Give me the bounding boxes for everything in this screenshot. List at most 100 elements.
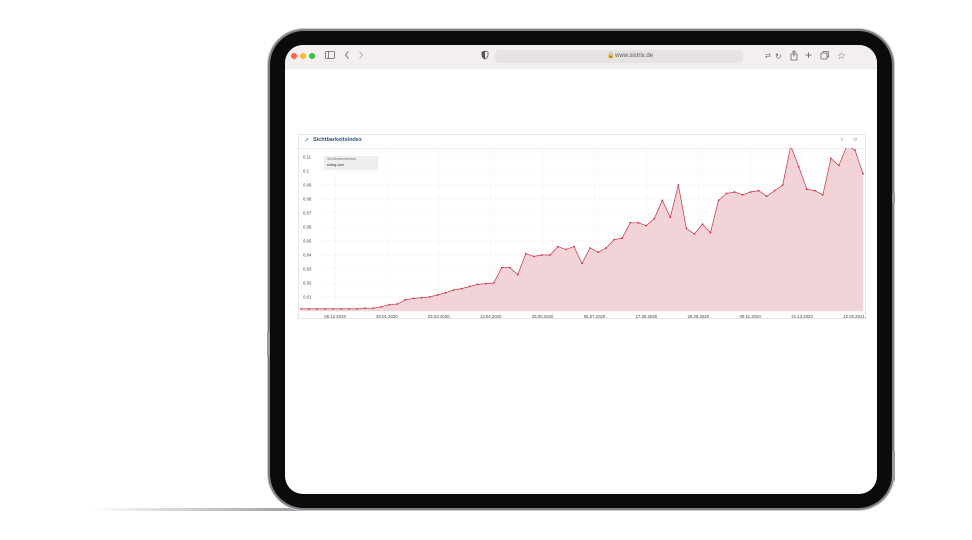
data-point	[749, 191, 752, 193]
data-point	[725, 192, 728, 195]
x-tick-label: 21.12.2020	[791, 314, 813, 318]
data-point	[613, 238, 616, 241]
data-point	[605, 247, 607, 249]
x-tick-label: 12.02.2021	[843, 314, 865, 318]
translate-icon[interactable]: ⇄	[765, 50, 771, 64]
forward-icon[interactable]	[357, 50, 365, 65]
series-area	[301, 148, 863, 311]
url-text: www.sistrix.de	[615, 53, 654, 59]
device-shadow	[88, 508, 438, 511]
y-tick-label: 0.01	[303, 295, 312, 300]
data-point	[468, 285, 471, 288]
x-tick-label: 09.12.2019	[324, 314, 346, 318]
sidebar-icon[interactable]	[325, 50, 335, 65]
data-point	[661, 199, 664, 202]
data-point	[797, 165, 800, 168]
data-point	[348, 308, 351, 310]
y-tick-label: 0.11	[303, 155, 312, 160]
data-point	[677, 184, 680, 186]
data-point	[516, 273, 519, 276]
data-point	[685, 227, 688, 230]
tablet-frame: 🔒 www.sistrix.de ⇄ ↻ + ☆ ↗ Sichtbarkeits…	[267, 31, 895, 508]
data-point	[428, 296, 431, 298]
bookmark-icon[interactable]: ☆	[837, 50, 846, 64]
address-bar[interactable]: 🔒 www.sistrix.de	[495, 50, 743, 63]
y-tick-label: 0.04	[303, 253, 312, 258]
data-point	[717, 199, 720, 202]
minimize-window-button[interactable]	[300, 53, 306, 59]
info-icon[interactable]: ℹ	[841, 137, 843, 143]
legend-label: Sichtbarkeitsindex	[327, 157, 357, 161]
data-point	[364, 307, 367, 310]
data-point	[380, 305, 383, 308]
shield-icon[interactable]	[481, 50, 489, 65]
y-tick-label: 0.03	[303, 267, 312, 272]
chart-icon: ↗	[304, 138, 310, 144]
x-tick-label: 02.03.2020	[428, 314, 450, 318]
data-point	[669, 216, 672, 219]
browser-window: 🔒 www.sistrix.de ⇄ ↻ + ☆ ↗ Sichtbarkeits…	[285, 45, 877, 494]
data-point	[773, 189, 776, 192]
data-point	[838, 164, 840, 167]
data-point	[757, 189, 760, 192]
zoom-window-button[interactable]	[309, 53, 315, 59]
data-point	[332, 308, 335, 310]
data-point	[476, 283, 479, 286]
data-point	[548, 254, 551, 256]
data-point	[565, 248, 567, 251]
back-icon[interactable]	[343, 50, 351, 65]
data-point	[484, 282, 487, 285]
data-point	[709, 231, 712, 234]
data-point	[420, 296, 423, 299]
data-point	[300, 308, 302, 310]
close-window-button[interactable]	[291, 53, 297, 59]
x-tick-label: 06.07.2020	[584, 314, 606, 318]
data-point	[781, 184, 784, 186]
data-point	[508, 266, 511, 269]
chart-legend: Sichtbarkeitsindex sideg.com	[324, 156, 378, 170]
x-tick-label: 28.09.2020	[688, 314, 710, 318]
y-tick-label: 0.1	[303, 169, 310, 174]
data-point	[388, 303, 391, 306]
reload-icon[interactable]: ↻	[775, 50, 782, 64]
side-button	[892, 193, 895, 203]
data-point	[436, 294, 439, 296]
data-point	[581, 262, 583, 265]
visibility-index-widget: ↗ Sichtbarkeitsindex ℹ ⚙ 0.01 0.02 0.03 0.0…	[298, 134, 866, 319]
data-point	[637, 221, 640, 224]
data-point	[452, 289, 455, 291]
data-point	[813, 189, 816, 192]
data-point	[532, 255, 535, 258]
x-tick-label: 20.01.2020	[376, 314, 398, 318]
widget-header: ↗ Sichtbarkeitsindex ℹ ⚙	[299, 135, 865, 149]
data-point	[589, 247, 591, 249]
data-point	[500, 266, 503, 269]
new-tab-icon[interactable]: +	[805, 48, 812, 62]
data-point	[524, 252, 527, 255]
x-tick-label: 25.05.2020	[532, 314, 554, 318]
legend-domain: sideg.com	[327, 163, 345, 167]
tabs-icon[interactable]	[820, 50, 830, 65]
data-point	[492, 282, 495, 284]
y-tick-label: 0.07	[303, 211, 312, 216]
y-tick-label: 0.08	[303, 197, 312, 202]
data-point	[765, 195, 768, 198]
side-button	[267, 331, 270, 357]
settings-icon[interactable]: ⚙	[853, 137, 857, 143]
side-button	[892, 451, 895, 481]
data-point	[701, 223, 704, 226]
data-point	[460, 287, 463, 290]
data-point	[829, 157, 832, 160]
x-tick-label: 13.04.2020	[480, 314, 502, 318]
data-point	[444, 291, 447, 294]
data-point	[629, 221, 632, 224]
share-icon[interactable]	[790, 50, 798, 66]
data-point	[396, 303, 399, 305]
data-point	[316, 308, 318, 310]
data-point	[356, 308, 359, 310]
data-point	[821, 193, 824, 196]
data-point	[854, 149, 856, 151]
lock-icon: 🔒	[607, 53, 615, 59]
data-point	[862, 172, 864, 175]
data-point	[741, 193, 744, 196]
